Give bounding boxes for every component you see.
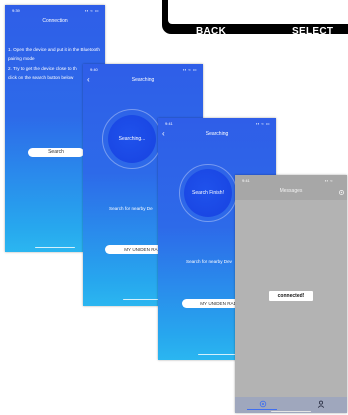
status-time: 9:39 bbox=[12, 8, 20, 13]
status-bar: 9:41 ▪▪ ≈ ▭ bbox=[158, 118, 276, 127]
nav-bar: ‹ Searching bbox=[83, 73, 203, 89]
nav-bar: ‹ Searching bbox=[158, 127, 276, 143]
device-select-button[interactable]: SELECT bbox=[292, 26, 333, 37]
search-hint: Search for nearby De bbox=[109, 206, 153, 211]
profile-tab-icon[interactable] bbox=[317, 400, 325, 408]
home-indicator bbox=[35, 247, 75, 248]
instruction-line: click on the search button below bbox=[8, 75, 74, 80]
nav-bar: Messages bbox=[235, 184, 347, 200]
active-tab-indicator bbox=[247, 409, 277, 410]
instruction-line: pairing mode bbox=[8, 56, 35, 61]
status-icons: ▪▪ ≈ ▭ bbox=[84, 8, 99, 13]
page-title: Searching bbox=[205, 131, 229, 137]
instruction-line: 2. Try to get the device close to th bbox=[8, 66, 77, 71]
status-time: 9:40 bbox=[90, 67, 98, 72]
page-title: Messages bbox=[279, 188, 303, 194]
settings-tab-icon[interactable] bbox=[259, 400, 267, 408]
search-button[interactable]: Search bbox=[28, 148, 84, 157]
radio-device: BACK SELECT bbox=[162, 0, 348, 37]
search-finish-circle: Search Finish! bbox=[184, 169, 232, 217]
device-screen bbox=[168, 0, 348, 24]
home-indicator bbox=[271, 411, 311, 412]
status-icons: ▪▪ ≈ ▭ bbox=[182, 67, 197, 72]
status-icons: ▪▪ ≈ bbox=[324, 178, 333, 183]
nav-bar: Connection bbox=[5, 14, 105, 30]
status-time: 9:41 bbox=[165, 121, 173, 126]
status-bar: 9:41 ▪▪ ≈ bbox=[235, 175, 347, 184]
home-indicator bbox=[123, 299, 163, 300]
instruction-line: 1. Open the device and put it in the Blu… bbox=[8, 47, 100, 52]
status-bar: 9:40 ▪▪ ≈ ▭ bbox=[83, 64, 203, 73]
page-title: Connection bbox=[42, 18, 68, 24]
device-back-button[interactable]: BACK bbox=[196, 26, 226, 37]
search-hint: Search for nearby Dev bbox=[186, 259, 232, 264]
searching-circle: Searching... bbox=[108, 115, 156, 163]
connected-toast: connected! bbox=[269, 291, 313, 301]
settings-gear-icon[interactable] bbox=[338, 189, 345, 196]
messages-screen: 9:41 ▪▪ ≈ Messages connected! bbox=[235, 175, 347, 413]
page-title: Searching bbox=[131, 77, 155, 83]
status-time: 9:41 bbox=[242, 178, 250, 183]
status-bar: 9:39 ▪▪ ≈ ▭ bbox=[5, 5, 105, 14]
status-icons: ▪▪ ≈ ▭ bbox=[255, 121, 270, 126]
home-indicator bbox=[198, 354, 238, 355]
